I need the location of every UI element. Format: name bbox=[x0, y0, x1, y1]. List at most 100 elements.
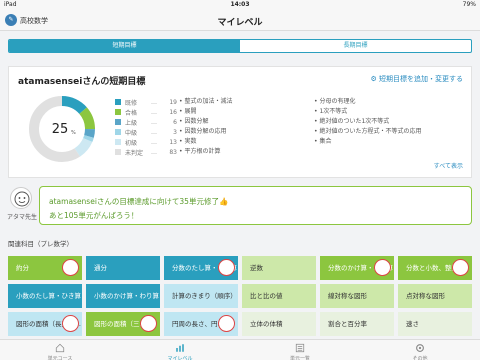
legend-count: 83 bbox=[169, 148, 177, 156]
list-icon bbox=[240, 342, 360, 354]
teacher-badge-icon bbox=[452, 259, 469, 276]
tab-long-term[interactable]: 長期目標 bbox=[240, 40, 471, 52]
unit-tile[interactable]: 図形の面積（三… bbox=[86, 312, 160, 336]
legend-swatch bbox=[115, 109, 121, 115]
legend-count: 19 bbox=[169, 98, 177, 106]
unit-tile[interactable]: 速さ bbox=[398, 312, 472, 336]
goal-topic-item: • 因数分解の応用 bbox=[179, 128, 227, 135]
nav-bar: ✎ 高校数学 マイレベル bbox=[0, 10, 480, 31]
unit-tile[interactable]: 割合と百分率 bbox=[320, 312, 394, 336]
battery-level: 79% bbox=[462, 1, 476, 8]
legend-dots: … bbox=[151, 138, 157, 146]
goal-topic-item: • 絶対値のついた1次不等式 bbox=[314, 118, 390, 125]
goal-topics-column-1: • 整式の加法・減法 • 展開 • 因数分解 • 因数分解の応用 • 実数 • 平方根の計… bbox=[179, 96, 232, 156]
legend-name: 上級 bbox=[125, 119, 138, 127]
legend-name: 既修 bbox=[125, 99, 138, 107]
add-change-goal-link[interactable]: ⚙ 短期目標を追加・変更する bbox=[370, 74, 463, 84]
teacher-badge-icon bbox=[62, 259, 79, 276]
goal-topic-item: • 因数分解 bbox=[179, 118, 209, 125]
unit-tile[interactable]: 円周の長さ、円… bbox=[164, 312, 238, 336]
bar-chart-icon bbox=[120, 342, 240, 354]
goal-topic-item: • 平方根の計算 bbox=[179, 148, 221, 155]
legend-row: 未判定 … 83 bbox=[115, 147, 177, 157]
unit-tile[interactable]: 通分 bbox=[86, 256, 160, 280]
legend-count: 13 bbox=[169, 138, 177, 146]
unit-tile-label: 逆数 bbox=[250, 264, 263, 272]
unit-tile-label: 点対称な図形 bbox=[406, 292, 445, 300]
teacher-badge-icon bbox=[140, 315, 157, 332]
unit-tile-label: 円周の長さ、円… bbox=[172, 320, 224, 328]
legend-row: 初級 … 13 bbox=[115, 137, 177, 147]
unit-tile-label: 計算のきまり（順序） bbox=[172, 292, 237, 300]
goal-topic-item: • 実数 bbox=[179, 138, 197, 145]
legend-name: 合格 bbox=[125, 109, 138, 117]
unit-tile[interactable]: 約分 bbox=[8, 256, 82, 280]
status-bar: iPad 14:03 79% bbox=[0, 0, 480, 10]
legend-row: 合格 … 16 bbox=[115, 107, 177, 117]
unit-tile[interactable]: 逆数 bbox=[242, 256, 316, 280]
page-title: マイレベル bbox=[217, 18, 263, 28]
see-all-link[interactable]: すべて表示 bbox=[434, 161, 463, 170]
unit-tile[interactable]: 立体の体積 bbox=[242, 312, 316, 336]
legend-swatch bbox=[115, 119, 121, 125]
teacher-message-line2: あと105単元がんばろう！ bbox=[49, 211, 139, 220]
bottom-tab-bar: 単元コース マイレベル 単元一覧 その他 bbox=[0, 339, 480, 360]
unit-tile[interactable]: 図形の面積（長方形… bbox=[8, 312, 82, 336]
teacher-label: アタマ先生 bbox=[7, 214, 38, 221]
progress-percent-unit: % bbox=[71, 130, 76, 136]
goal-topic-item: • 整式の加法・減法 bbox=[179, 98, 233, 105]
goal-topic-item: • 1次不等式 bbox=[314, 108, 348, 115]
unit-tile[interactable]: 比と比の値 bbox=[242, 284, 316, 308]
legend-name: 中級 bbox=[125, 129, 138, 137]
tab-short-term[interactable]: 短期目標 bbox=[9, 40, 240, 52]
teacher-face-icon bbox=[14, 191, 30, 207]
tab-gear[interactable]: その他 bbox=[360, 340, 480, 360]
goal-topic-item: • 集合 bbox=[314, 138, 332, 145]
unit-tile-label: 小数のかけ算・わり算 bbox=[94, 292, 159, 300]
unit-tile-label: 分数と小数、整数 bbox=[406, 264, 458, 272]
unit-tile-label: 立体の体積 bbox=[250, 320, 283, 328]
unit-tile-label: 速さ bbox=[406, 320, 419, 328]
legend-swatch bbox=[115, 139, 121, 145]
legend-dots: … bbox=[151, 108, 157, 116]
tab-bar-chart[interactable]: マイレベル bbox=[120, 340, 240, 360]
tab-home[interactable]: 単元コース bbox=[0, 340, 120, 360]
unit-tile[interactable]: 分数のたし算・ひき算 bbox=[164, 256, 238, 280]
unit-tile[interactable]: 点対称な図形 bbox=[398, 284, 472, 308]
legend-swatch bbox=[115, 149, 121, 155]
unit-tile[interactable]: 分数のかけ算・わり算 bbox=[320, 256, 394, 280]
goal-topic-item: • 展開 bbox=[179, 108, 197, 115]
legend-swatch bbox=[115, 129, 121, 135]
teacher-message-bubble: atamasenseiさんの目標達成に向けて35単元修了👍 あと105単元がんば… bbox=[39, 186, 472, 225]
unit-tile-label: 比と比の値 bbox=[250, 292, 283, 300]
gear-icon: ⚙ bbox=[370, 75, 379, 83]
legend-row: 上級 … 6 bbox=[115, 117, 177, 127]
unit-tile[interactable]: 線対称な図形 bbox=[320, 284, 394, 308]
legend-name: 初級 bbox=[125, 139, 138, 147]
short-term-goal-card: atamasenseiさんの短期目標 ⚙ 短期目標を追加・変更する 25 % 既… bbox=[8, 66, 472, 178]
teacher-badge-icon bbox=[374, 259, 391, 276]
related-subjects-heading: 関連科目（プレ数学） bbox=[8, 240, 73, 248]
goal-card-title: atamasenseiさんの短期目標 bbox=[18, 77, 146, 87]
tab-label: その他 bbox=[412, 356, 428, 360]
unit-tile[interactable]: 小数のかけ算・わり算 bbox=[86, 284, 160, 308]
teacher-message-line1: atamasenseiさんの目標達成に向けて35単元修了👍 bbox=[49, 197, 229, 206]
unit-tile[interactable]: 計算のきまり（順序） bbox=[164, 284, 238, 308]
legend-count: 16 bbox=[169, 108, 177, 116]
unit-tile[interactable]: 小数のたし算・ひき算 bbox=[8, 284, 82, 308]
unit-tile-label: 線対称な図形 bbox=[328, 292, 367, 300]
home-icon bbox=[0, 342, 120, 354]
teacher-badge-icon bbox=[62, 315, 79, 332]
add-change-goal-label: 短期目標を追加・変更する bbox=[379, 75, 463, 83]
legend-dots: … bbox=[151, 128, 157, 136]
progress-donut-chart: 25 % bbox=[29, 96, 95, 162]
unit-tile[interactable]: 分数と小数、整数 bbox=[398, 256, 472, 280]
tab-label: マイレベル bbox=[167, 356, 193, 360]
tab-label: 単元コース bbox=[47, 356, 73, 360]
legend-swatch bbox=[115, 99, 121, 105]
legend-row: 既修 … 19 bbox=[115, 97, 177, 107]
tab-list[interactable]: 単元一覧 bbox=[240, 340, 360, 360]
legend-name: 未判定 bbox=[125, 149, 144, 157]
goal-segmented-control: 短期目標 長期目標 bbox=[8, 39, 472, 53]
goal-topics-column-2: • 分母の有理化 • 1次不等式 • 絶対値のついた1次不等式 • 絶対値のついた方程… bbox=[314, 96, 421, 146]
